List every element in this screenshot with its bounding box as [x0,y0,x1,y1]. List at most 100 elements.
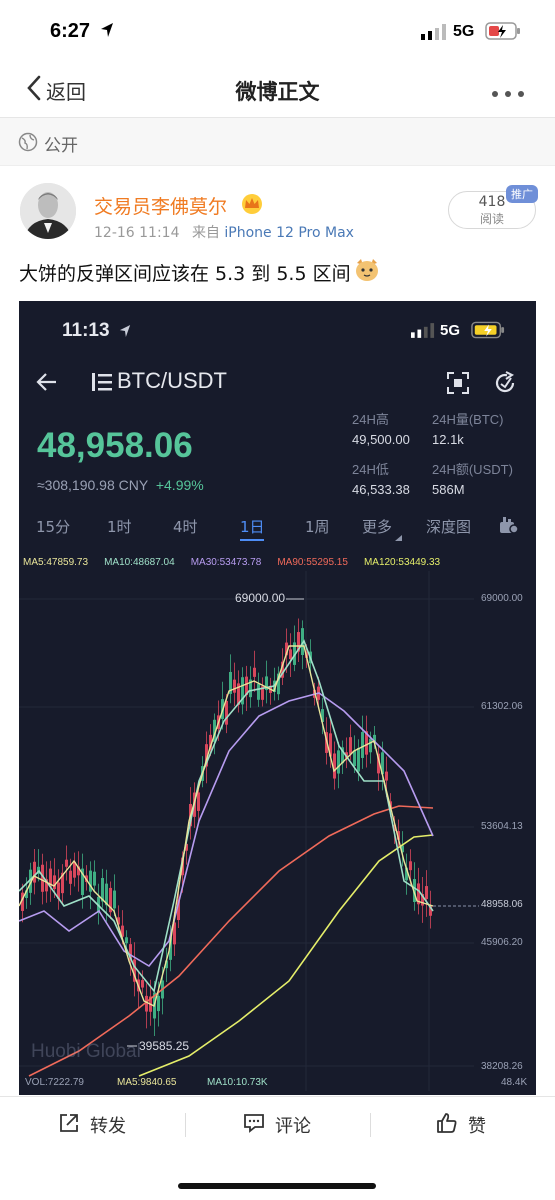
promo-tag: 推广 [506,185,538,203]
candle-body [189,803,192,827]
action-bar: 转发 评论 赞 [0,1096,555,1200]
more-icon[interactable] [490,84,526,103]
like-button[interactable]: 赞 [436,1109,486,1141]
pair-menu-icon[interactable] [92,373,112,395]
candle-body [29,869,32,893]
candle-body [425,886,428,900]
candle-body [193,792,196,817]
post-text: 大饼的反弹区间应该在 5.3 到 5.5 区间 [19,258,380,286]
author-avatar[interactable] [20,183,76,239]
candle-body [137,979,140,992]
candle-body [173,922,176,945]
embedded-trading-screenshot[interactable]: 11:13 5G BTC/USDT 48,958.06 ≈308,190.98 … [19,301,536,1095]
comment-label: 评论 [275,1116,311,1137]
candle-body [33,861,36,883]
candle-body [25,890,28,899]
candle-body [141,980,144,988]
candle-body [349,737,352,755]
candle-body [377,753,380,774]
repost-button[interactable]: 转发 [58,1109,126,1141]
app-back-arrow-icon[interactable] [36,372,58,396]
price-axis-label: 45906.20 [481,937,523,948]
tab-1h[interactable]: 1时 [107,516,132,537]
tab-1w[interactable]: 1周 [305,516,330,537]
battery-icon [485,22,521,44]
candle-body [133,959,136,982]
location-arrow-icon [100,22,114,42]
refresh-icon[interactable] [493,371,517,399]
comment-icon [243,1112,265,1139]
high-marker-label: 69000.00 [235,591,286,605]
candle-body [401,845,404,853]
candle-body [221,699,224,719]
candle-body [181,857,184,876]
candle-body [301,628,304,656]
ma30-legend: MA30:53473.78 [190,557,262,568]
candle-body [45,879,48,892]
candle-body [389,801,392,808]
last-price: 48,958.06 [37,426,193,465]
candle-body [317,686,320,700]
price-axis-label: 53604.13 [481,821,523,832]
candle-body [77,866,80,876]
candle-body [333,753,336,779]
candle-body [217,715,220,729]
candle-body [113,890,116,909]
candle-body [313,689,316,698]
post-date: 12-16 11:14 [94,225,180,241]
price-change: +4.99% [155,477,204,493]
price-axis-label: 61302.06 [481,701,523,712]
inner-location-arrow-icon [119,323,131,342]
chart-settings-icon[interactable] [499,516,519,538]
ma10-legend: MA10:48687.04 [104,557,175,568]
price-subline: ≈308,190.98 CNY +4.99% [37,477,204,493]
candle-body [249,679,252,698]
visibility-label: 公开 [44,136,78,156]
like-label: 赞 [468,1116,486,1137]
candle-body [233,679,236,693]
stat-low: 24H低 46,533.38 [352,459,410,497]
tab-1d[interactable]: 1日 [240,516,265,537]
candle-body [393,824,396,832]
candle-body [273,680,276,692]
candle-body [417,883,420,905]
author-name[interactable]: 交易员李佛莫尔 [94,192,227,219]
candle-body [309,651,312,664]
candle-body [361,732,364,758]
candle-body [169,937,172,960]
candle-body [161,980,164,999]
candle-body [413,879,416,902]
visibility-bar: 公开 [0,118,555,166]
candle-body [245,676,248,696]
network-label: 5G [453,23,475,40]
inner-battery-icon [471,321,505,343]
tab-more[interactable]: 更多 [362,516,392,537]
volume-ma10: MA10:10.73K [207,1077,268,1088]
candle-body [37,866,40,874]
candle-body [257,683,260,700]
cat-emoji-icon [354,258,380,286]
candle-body [297,632,300,652]
candle-body [205,744,208,767]
tab-15m[interactable]: 15分 [36,516,70,537]
trading-pair[interactable]: BTC/USDT [117,368,227,394]
source-device[interactable]: iPhone 12 Pro Max [224,225,354,241]
scan-icon[interactable] [447,372,469,398]
candle-body [53,875,56,890]
volume-strip: VOL:7222.79 MA5:9840.65 MA10:10.73K 48.4… [19,1073,536,1095]
stat-high-label: 24H高 [352,412,389,427]
home-indicator [178,1183,376,1189]
candle-body [285,642,288,656]
candle-body [129,944,132,961]
candle-body [177,899,180,921]
candle-body [405,867,408,881]
signal-icon [421,24,447,44]
candle-body [229,671,232,694]
candle-body [49,868,52,887]
candle-body [213,719,216,742]
candle-body [21,892,24,911]
candle-body [429,905,432,916]
comment-button[interactable]: 评论 [243,1109,311,1141]
tab-depth[interactable]: 深度图 [426,516,471,537]
tab-4h[interactable]: 4时 [173,516,198,537]
